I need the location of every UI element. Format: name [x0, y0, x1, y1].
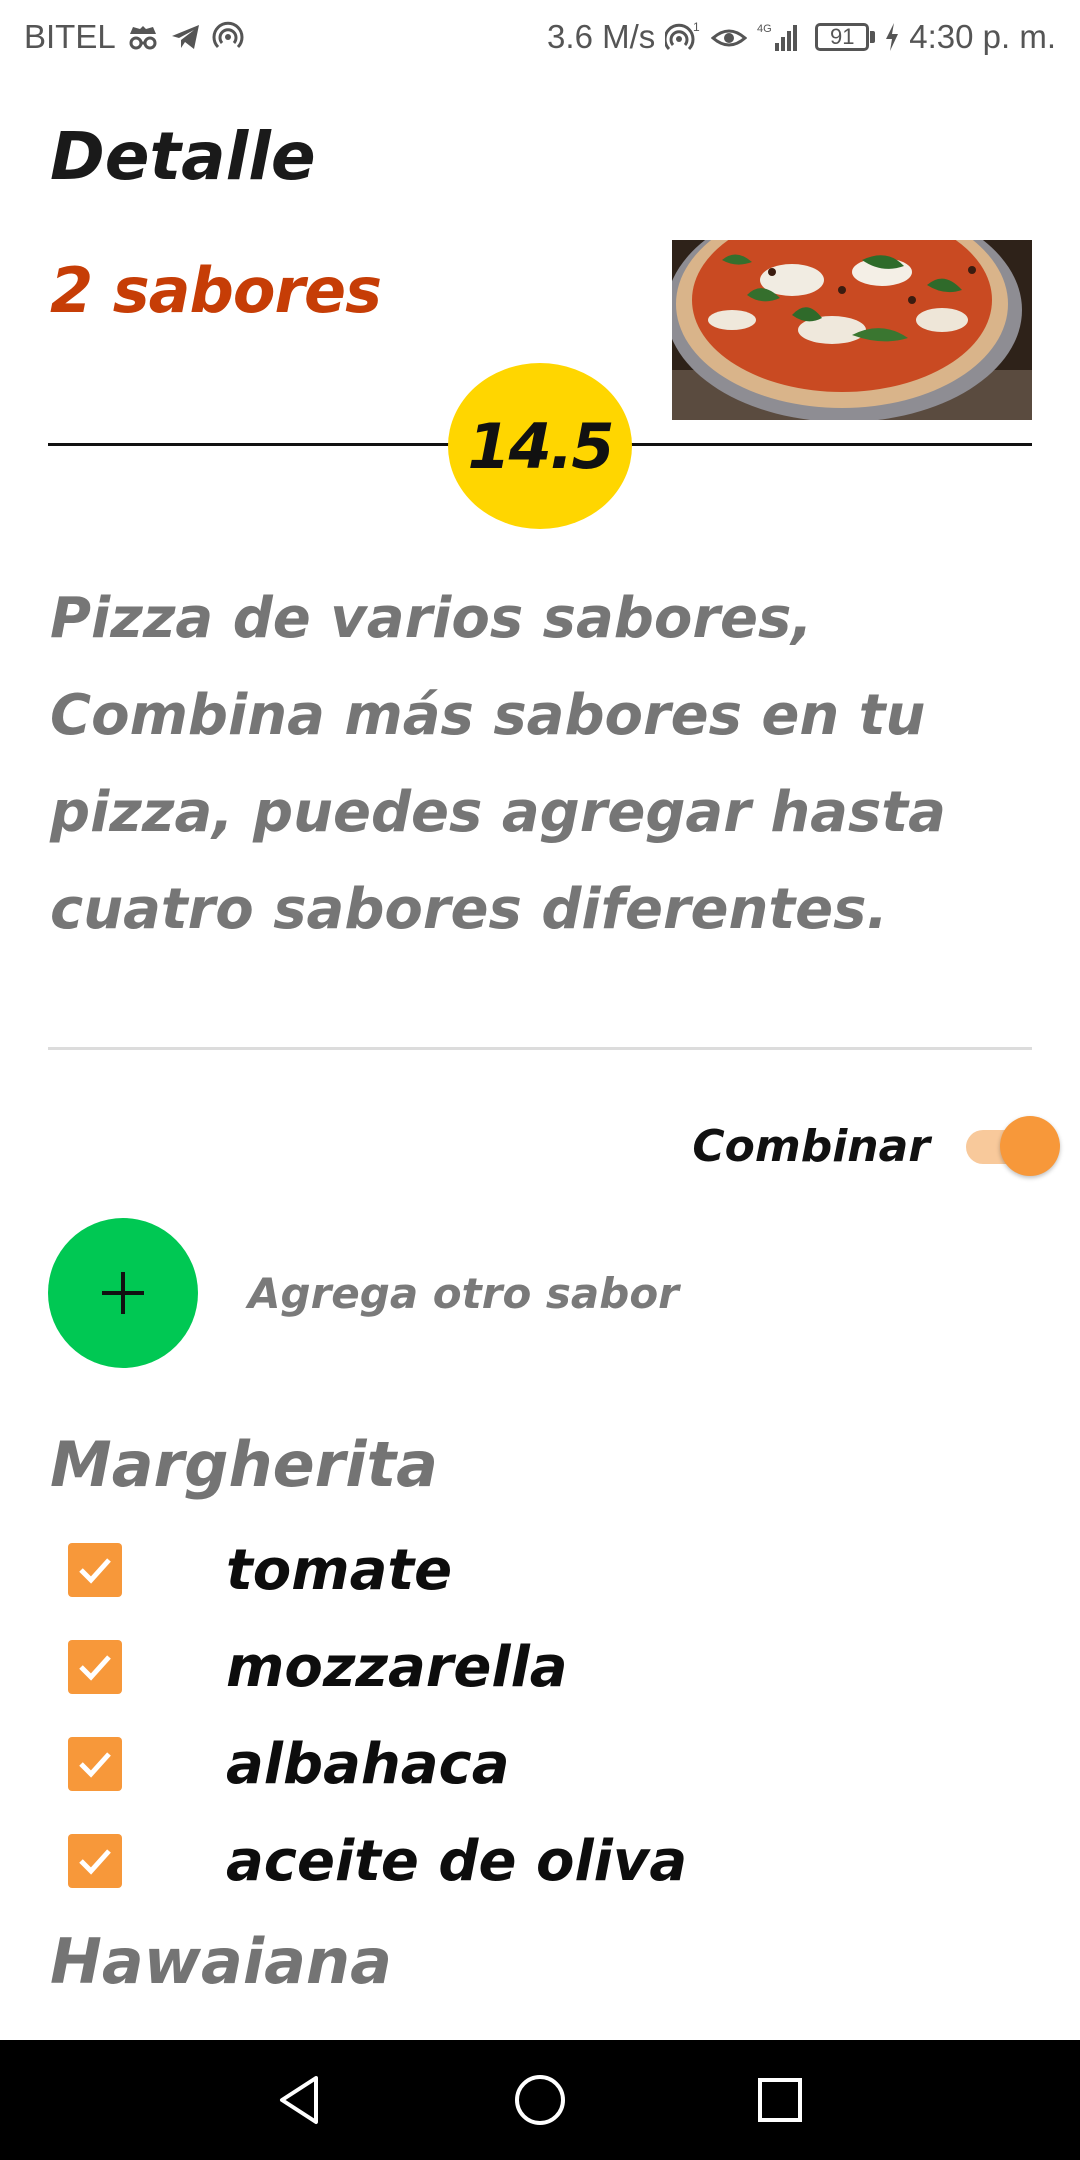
combine-label: Combinar	[692, 1120, 930, 1172]
product-description: Pizza de varios sabores, Combina más sab…	[50, 586, 946, 942]
back-button[interactable]	[240, 2040, 360, 2160]
incognito-icon	[126, 22, 160, 52]
ingredient-label: albahaca	[226, 1731, 510, 1797]
clock: 4:30 p. m.	[909, 18, 1056, 55]
navigation-bar	[0, 2040, 1080, 2160]
flavor-title: Hawaiana	[50, 1925, 392, 1998]
charging-icon	[885, 23, 899, 51]
signal-icon: 4G	[757, 21, 799, 53]
ingredient-item[interactable]: mozzarella	[68, 1632, 568, 1702]
section-divider	[48, 1047, 1032, 1050]
ingredient-item[interactable]: tomate	[68, 1535, 452, 1605]
page-title: Detalle	[50, 118, 316, 195]
hotspot-icon	[212, 21, 244, 53]
battery-icon: 91	[809, 23, 876, 51]
add-flavor-label[interactable]: Agrega otro sabor	[248, 1269, 679, 1318]
ingredient-checkbox[interactable]	[68, 1737, 122, 1791]
battery-level: 91	[815, 23, 870, 51]
ingredient-label: tomate	[226, 1537, 453, 1603]
plus-icon	[102, 1272, 144, 1314]
status-bar-left: BITEL	[24, 18, 244, 56]
status-bar-right: 3.6 M/s 1 4G 91 4:30 p. m.	[547, 18, 1056, 56]
switch-thumb	[1000, 1116, 1060, 1176]
back-icon	[280, 2076, 318, 2124]
check-icon	[79, 1849, 111, 1875]
status-bar: BITEL 3.6 M/s 1 4G 91 4:30 p. m.	[0, 0, 1080, 74]
product-name: 2 sabores	[50, 254, 382, 327]
battery-tip	[870, 31, 876, 43]
telegram-icon	[170, 22, 202, 52]
flavor-title: Margherita	[50, 1428, 438, 1501]
carrier-label: BITEL	[24, 18, 116, 55]
combine-switch[interactable]	[966, 1116, 1060, 1176]
home-button[interactable]	[480, 2040, 600, 2160]
check-icon	[79, 1558, 111, 1584]
home-icon	[515, 2075, 565, 2125]
recents-icon	[758, 2078, 802, 2122]
check-icon	[79, 1655, 111, 1681]
price-badge: 14.5	[448, 363, 632, 529]
network-speed: 3.6 M/s	[547, 18, 656, 55]
pizza-photo	[672, 240, 1032, 420]
add-flavor-row: Agrega otro sabor	[48, 1218, 679, 1368]
ingredient-item[interactable]: albahaca	[68, 1729, 510, 1799]
ingredient-checkbox[interactable]	[68, 1834, 122, 1888]
ingredient-label: aceite de oliva	[226, 1828, 688, 1894]
add-flavor-button[interactable]	[48, 1218, 198, 1368]
scroll-fade	[0, 1995, 1080, 2040]
combine-row: Combinar	[692, 1110, 1060, 1182]
recents-button[interactable]	[720, 2040, 840, 2160]
ingredient-label: mozzarella	[226, 1634, 568, 1700]
network-type: 4G	[757, 23, 772, 35]
ingredient-checkbox[interactable]	[68, 1640, 122, 1694]
ingredient-checkbox[interactable]	[68, 1543, 122, 1597]
eye-icon	[711, 22, 748, 52]
hotspot-icon: 1	[665, 21, 701, 53]
hotspot-count: 1	[693, 21, 700, 34]
ingredient-item[interactable]: aceite de oliva	[68, 1826, 687, 1896]
check-icon	[79, 1752, 111, 1778]
